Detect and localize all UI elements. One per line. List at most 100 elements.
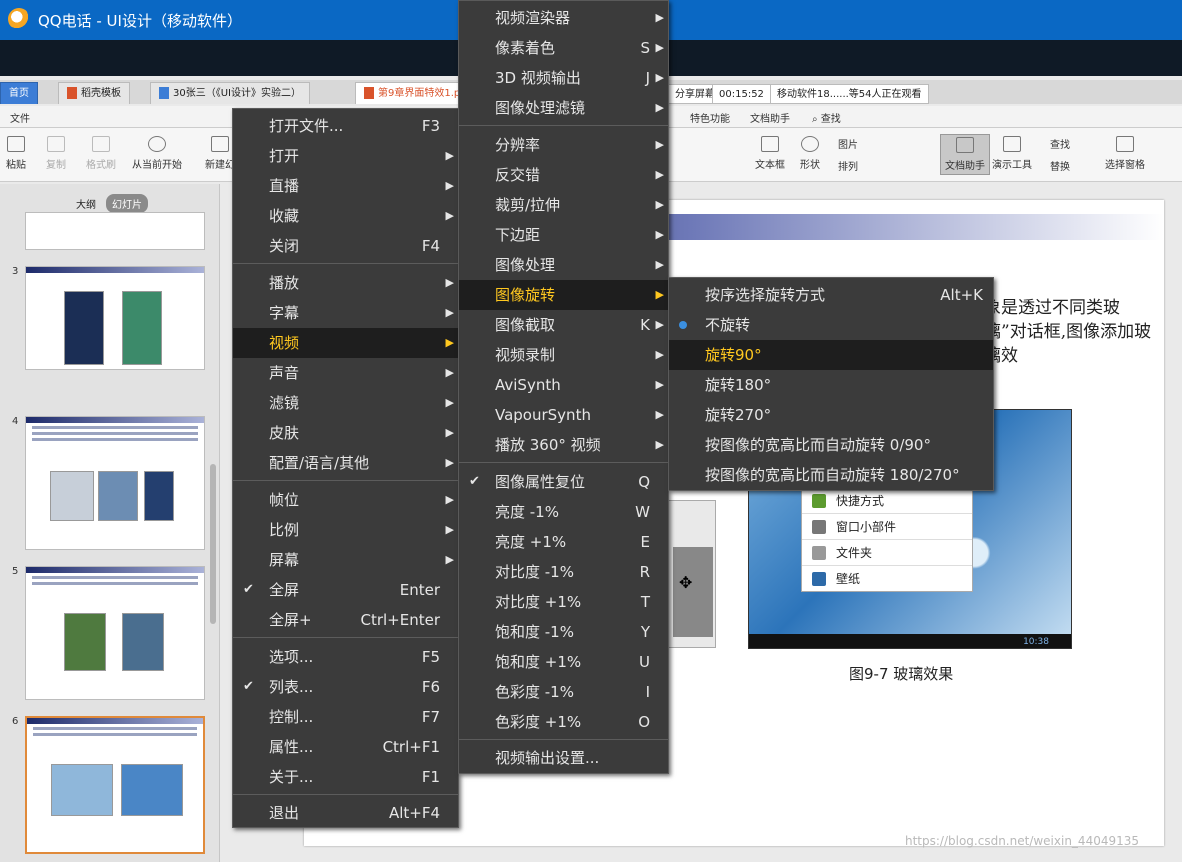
menu-item-hue-down[interactable]: 色彩度 -1% I	[459, 677, 668, 707]
slide-thumbnail[interactable]	[25, 212, 205, 250]
tab-presentation[interactable]: 第9章界面特效1.p	[355, 82, 470, 104]
menu-item-live[interactable]: 直播 ▶	[233, 171, 458, 201]
menu-separator	[459, 462, 668, 463]
menu-item-audio[interactable]: 声音 ▶	[233, 358, 458, 388]
menu-item-about[interactable]: 关于... F1	[233, 762, 458, 792]
slide-thumbnail[interactable]	[25, 566, 205, 700]
format-painter-button[interactable]: 格式刷	[86, 136, 116, 171]
shape-button[interactable]: 形状	[800, 136, 820, 171]
menu-item-saturation-up[interactable]: 饱和度 +1% U	[459, 647, 668, 677]
slide-thumbnail[interactable]	[25, 416, 205, 550]
menu-item-open-file[interactable]: 打开文件... F3	[233, 111, 458, 141]
menu-item-image-filters[interactable]: 图像处理滤镜 ▶	[459, 93, 668, 123]
presentation-tools-button[interactable]: 演示工具	[992, 136, 1032, 171]
menu-item-reset-image[interactable]: ✔ 图像属性复位 Q	[459, 467, 668, 497]
menu-item-control[interactable]: 控制... F7	[233, 702, 458, 732]
menu-item-auto-rotate-180-270[interactable]: 按图像的宽高比而自动旋转 180/270°	[669, 460, 993, 490]
menu-item-label: 图像属性复位	[495, 473, 586, 491]
doc-assistant-button[interactable]: 文档助手	[940, 134, 990, 175]
tab-home[interactable]: 首页	[0, 82, 38, 104]
menu-item-contrast-up[interactable]: 对比度 +1% T	[459, 587, 668, 617]
menu-item-video-renderer[interactable]: 视频渲染器 ▶	[459, 3, 668, 33]
menu-item-avisynth[interactable]: AviSynth ▶	[459, 370, 668, 400]
menu-item-open[interactable]: 打开 ▶	[233, 141, 458, 171]
menu-item-subtitles[interactable]: 字幕 ▶	[233, 298, 458, 328]
menu-item-shortcut: Ctrl+F1	[382, 738, 440, 756]
popup-item-label: 快捷方式	[836, 494, 885, 508]
slide-number: 6	[12, 716, 19, 727]
menu-item-fullscreen-plus[interactable]: 全屏+ Ctrl+Enter	[233, 605, 458, 635]
thumbnail-scrollbar[interactable]	[210, 464, 216, 624]
menu-item-label: 声音	[269, 364, 300, 382]
menu-item-saturation-down[interactable]: 饱和度 -1% Y	[459, 617, 668, 647]
selection-pane-button[interactable]: 选择窗格	[1105, 136, 1145, 171]
menu-item-3d-output[interactable]: 3D 视频输出 J ▶	[459, 63, 668, 93]
menu-item-resolution[interactable]: 分辨率 ▶	[459, 130, 668, 160]
menu-item-video[interactable]: 视频 ▶	[233, 328, 458, 358]
copy-button[interactable]: 复制	[46, 136, 66, 171]
menu-item-shortcut: Enter	[399, 581, 440, 599]
menu-item-contrast-down[interactable]: 对比度 -1% R	[459, 557, 668, 587]
menu-item-favorites[interactable]: 收藏 ▶	[233, 201, 458, 231]
arrange-button[interactable]: 排列	[838, 158, 858, 173]
menu-item-frame[interactable]: 帧位 ▶	[233, 485, 458, 515]
menu-item-config[interactable]: 配置/语言/其他 ▶	[233, 448, 458, 478]
menu-item-rotate-90[interactable]: 旋转90°	[669, 340, 993, 370]
menu-item-options[interactable]: 选项... F5	[233, 642, 458, 672]
menu-item-skins[interactable]: 皮肤 ▶	[233, 418, 458, 448]
menu-item-playlist[interactable]: ✔ 列表... F6	[233, 672, 458, 702]
menu-item-brightness-up[interactable]: 亮度 +1% E	[459, 527, 668, 557]
menu-item-label: 按序选择旋转方式	[705, 286, 826, 304]
menu-item-video-record[interactable]: 视频录制 ▶	[459, 340, 668, 370]
tab-templates[interactable]: 稻壳模板	[58, 82, 130, 104]
menu-item-rotate-cycle[interactable]: 按序选择旋转方式 Alt+K	[669, 280, 993, 310]
slides-tab[interactable]: 幻灯片	[106, 194, 148, 213]
paste-button[interactable]: 粘贴	[6, 136, 26, 171]
submenu-arrow-icon: ▶	[655, 228, 664, 241]
menu-item-rotate-270[interactable]: 旋转270°	[669, 400, 993, 430]
menu-item-crop-stretch[interactable]: 裁剪/拉伸 ▶	[459, 190, 668, 220]
find-button[interactable]: 查找	[1050, 136, 1070, 151]
menu-item-label: 视频渲染器	[495, 9, 571, 27]
menu-item-vapoursynth[interactable]: VapourSynth ▶	[459, 400, 668, 430]
menu-item-deinterlace[interactable]: 反交错 ▶	[459, 160, 668, 190]
replace-button[interactable]: 替换	[1050, 158, 1070, 173]
menu-item-360-video[interactable]: 播放 360° 视频 ▶	[459, 430, 668, 460]
textbox-button[interactable]: 文本框	[755, 136, 785, 171]
menu-file[interactable]: 文件	[10, 110, 30, 125]
menu-item-screen[interactable]: 屏幕 ▶	[233, 545, 458, 575]
menu-item-rotate-180[interactable]: 旋转180°	[669, 370, 993, 400]
checkmark-icon: ✔	[469, 474, 480, 489]
menu-item-playback[interactable]: 播放 ▶	[233, 268, 458, 298]
play-from-current-button[interactable]: 从当前开始	[132, 136, 182, 171]
menu-item-no-rotate[interactable]: 不旋转	[669, 310, 993, 340]
menu-item-hue-up[interactable]: 色彩度 +1% O	[459, 707, 668, 737]
menu-item-video-output-settings[interactable]: 视频输出设置...	[459, 743, 668, 773]
menu-item-shortcut: F7	[421, 708, 440, 726]
menu-item-bottom-margin[interactable]: 下边距 ▶	[459, 220, 668, 250]
menu-item-ratio[interactable]: 比例 ▶	[233, 515, 458, 545]
menu-search[interactable]: ⌕ 查找	[812, 110, 841, 125]
menu-item-image-capture[interactable]: 图像截取 K ▶	[459, 310, 668, 340]
menu-item-close[interactable]: 关闭 F4	[233, 231, 458, 261]
menu-item-exit[interactable]: 退出 Alt+F4	[233, 798, 458, 828]
menu-item-fullscreen[interactable]: ✔ 全屏 Enter	[233, 575, 458, 605]
text-line	[32, 426, 198, 429]
tab-document[interactable]: 30张三（《UI设计》实验二）	[150, 82, 310, 104]
outline-tab[interactable]: 大纲	[70, 194, 102, 213]
menu-item-brightness-down[interactable]: 亮度 -1% W	[459, 497, 668, 527]
new-slide-button[interactable]: 新建幻	[205, 136, 235, 171]
picture-button[interactable]: 图片	[838, 136, 858, 151]
menu-item-pixel-shader[interactable]: 像素着色 S ▶	[459, 33, 668, 63]
slide-thumbnail-current[interactable]	[25, 716, 205, 854]
menu-item-label: 图像旋转	[495, 286, 556, 304]
menu-special-features[interactable]: 特色功能	[690, 110, 730, 125]
menu-item-image-rotate[interactable]: 图像旋转 ▶	[459, 280, 668, 310]
menu-item-filters[interactable]: 滤镜 ▶	[233, 388, 458, 418]
slide-thumbnail[interactable]	[25, 266, 205, 370]
screenshot-image	[98, 471, 138, 521]
menu-item-auto-rotate-0-90[interactable]: 按图像的宽高比而自动旋转 0/90°	[669, 430, 993, 460]
menu-item-image-processing[interactable]: 图像处理 ▶	[459, 250, 668, 280]
menu-doc-assistant[interactable]: 文档助手	[750, 110, 790, 125]
menu-item-properties[interactable]: 属性... Ctrl+F1	[233, 732, 458, 762]
